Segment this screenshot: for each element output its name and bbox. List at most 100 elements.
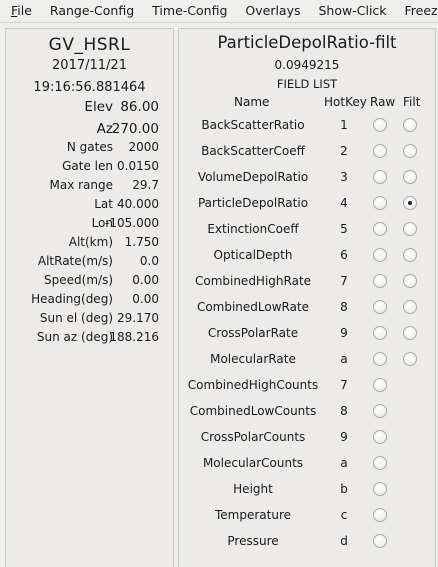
- filt-radio-button[interactable]: [403, 300, 417, 314]
- field-hotkey: 4: [340, 196, 348, 210]
- menu-show-click[interactable]: Show-Click: [309, 0, 395, 22]
- field-name: MolecularRate: [210, 352, 296, 366]
- field-hotkey: 6: [340, 248, 348, 262]
- menu-freeze[interactable]: Freeze: [395, 0, 438, 22]
- status-row: Max range 29.7: [6, 178, 173, 198]
- status-row: Speed(m/s) 0.00: [6, 273, 173, 293]
- filt-radio-button[interactable]: [403, 326, 417, 340]
- field-name: CombinedHighRate: [194, 274, 312, 288]
- field-hotkey: a: [340, 352, 348, 366]
- field-hotkey: 7: [340, 274, 348, 288]
- field-name: Height: [233, 482, 273, 496]
- raw-radio-button[interactable]: [373, 378, 387, 392]
- status-row: Elev 86.00: [6, 99, 173, 119]
- filt-radio-button[interactable]: [403, 118, 417, 132]
- field-row: MolecularCounts a: [179, 450, 435, 476]
- field-hotkey: 3: [340, 170, 348, 184]
- selected-field-title: ParticleDepolRatio-filt: [217, 33, 397, 52]
- raw-radio-button[interactable]: [373, 300, 387, 314]
- raw-radio-button[interactable]: [373, 170, 387, 184]
- menu-time-config[interactable]: Time-Config: [142, 0, 235, 22]
- filt-radio-button[interactable]: [403, 144, 417, 158]
- field-name: VolumeDepolRatio: [197, 170, 309, 184]
- filt-radio-button[interactable]: [403, 222, 417, 236]
- raw-radio-button[interactable]: [373, 404, 387, 418]
- column-header-filt: Filt: [403, 95, 421, 109]
- raw-radio-button[interactable]: [373, 144, 387, 158]
- field-row: Temperature c: [179, 502, 435, 528]
- status-label: AltRate(m/s): [37, 254, 113, 268]
- status-value: 0.00: [132, 292, 159, 306]
- field-hotkey: 2: [340, 144, 348, 158]
- field-name: BackScatterRatio: [201, 118, 305, 132]
- field-name: Temperature: [214, 508, 291, 522]
- filt-radio-button[interactable]: [403, 274, 417, 288]
- status-row: Lat 40.000: [6, 197, 173, 217]
- field-name: Pressure: [227, 534, 279, 548]
- status-value: 2000: [128, 140, 159, 154]
- field-row: CombinedLowCounts 8: [179, 398, 435, 424]
- status-value: 86.00: [120, 99, 159, 115]
- field-list-header: FIELD LIST: [276, 77, 338, 91]
- status-row: Lon -105.000: [6, 216, 173, 236]
- raw-radio-button[interactable]: [373, 274, 387, 288]
- status-panel: GV_HSRL 2017/11/21 19:16:56.881464 Elev 8…: [5, 28, 174, 567]
- field-name: ParticleDepolRatio: [197, 196, 309, 210]
- raw-radio-button[interactable]: [373, 196, 387, 210]
- raw-radio-button[interactable]: [373, 456, 387, 470]
- raw-radio-button[interactable]: [373, 508, 387, 522]
- filt-radio-button[interactable]: [403, 248, 417, 262]
- status-row: N gates 2000: [6, 140, 173, 160]
- instrument-title: GV_HSRL: [48, 35, 131, 55]
- menu-file[interactable]: File: [0, 0, 40, 22]
- field-row: BackScatterCoeff 2: [179, 138, 435, 164]
- field-hotkey: c: [340, 508, 348, 522]
- filt-radio-button[interactable]: [403, 352, 417, 366]
- status-value: 0.0: [139, 254, 159, 268]
- raw-radio-button[interactable]: [373, 222, 387, 236]
- status-value: 29.170: [117, 311, 159, 325]
- raw-radio-button[interactable]: [373, 248, 387, 262]
- raw-radio-button[interactable]: [373, 534, 387, 548]
- raw-radio-button[interactable]: [373, 326, 387, 340]
- status-value: 188.216: [109, 330, 159, 344]
- filt-radio-button[interactable]: [403, 170, 417, 184]
- column-header-raw: Raw: [370, 95, 396, 109]
- selected-field-value: 0.0949215: [274, 58, 340, 72]
- raw-radio-button[interactable]: [373, 352, 387, 366]
- status-label: Elev: [84, 99, 113, 115]
- raw-radio-button[interactable]: [373, 430, 387, 444]
- field-row: ExtinctionCoeff 5: [179, 216, 435, 242]
- menu-file-label-rest: ile: [17, 3, 32, 18]
- raw-radio-button[interactable]: [373, 118, 387, 132]
- menubar: File Range-Config Time-Config Overlays S…: [0, 0, 438, 23]
- field-hotkey: 5: [340, 222, 348, 236]
- raw-radio-button[interactable]: [373, 482, 387, 496]
- status-row: Alt(km) 1.750: [6, 235, 173, 255]
- status-row: Sun az (deg) 188.216: [6, 330, 173, 350]
- field-row: CrossPolarCounts 9: [179, 424, 435, 450]
- menu-overlays[interactable]: Overlays: [235, 0, 308, 22]
- status-label: Sun az (deg): [36, 330, 113, 344]
- field-hotkey: b: [340, 482, 348, 496]
- menu-range-config[interactable]: Range-Config: [40, 0, 142, 22]
- status-value: -105.000: [105, 216, 159, 230]
- field-row: BackScatterRatio 1: [179, 112, 435, 138]
- filt-radio-button[interactable]: [403, 196, 417, 210]
- status-label: Max range: [49, 178, 113, 192]
- field-row: CombinedLowRate 8: [179, 294, 435, 320]
- status-label: Speed(m/s): [44, 273, 113, 287]
- field-row: MolecularRate a: [179, 346, 435, 372]
- field-hotkey: 1: [340, 118, 348, 132]
- status-label: Az: [96, 121, 113, 137]
- field-hotkey: 9: [340, 326, 348, 340]
- field-hotkey: 7: [340, 378, 348, 392]
- column-header-name: Name: [234, 95, 270, 109]
- field-hotkey: 8: [340, 404, 348, 418]
- status-row: Gate len 0.0150: [6, 159, 173, 179]
- field-name: BackScatterCoeff: [201, 144, 305, 158]
- field-row: CrossPolarRate 9: [179, 320, 435, 346]
- status-label: Sun el (deg): [39, 311, 113, 325]
- field-name: CrossPolarCounts: [200, 430, 306, 444]
- status-time: 19:16:56.881464: [33, 80, 146, 95]
